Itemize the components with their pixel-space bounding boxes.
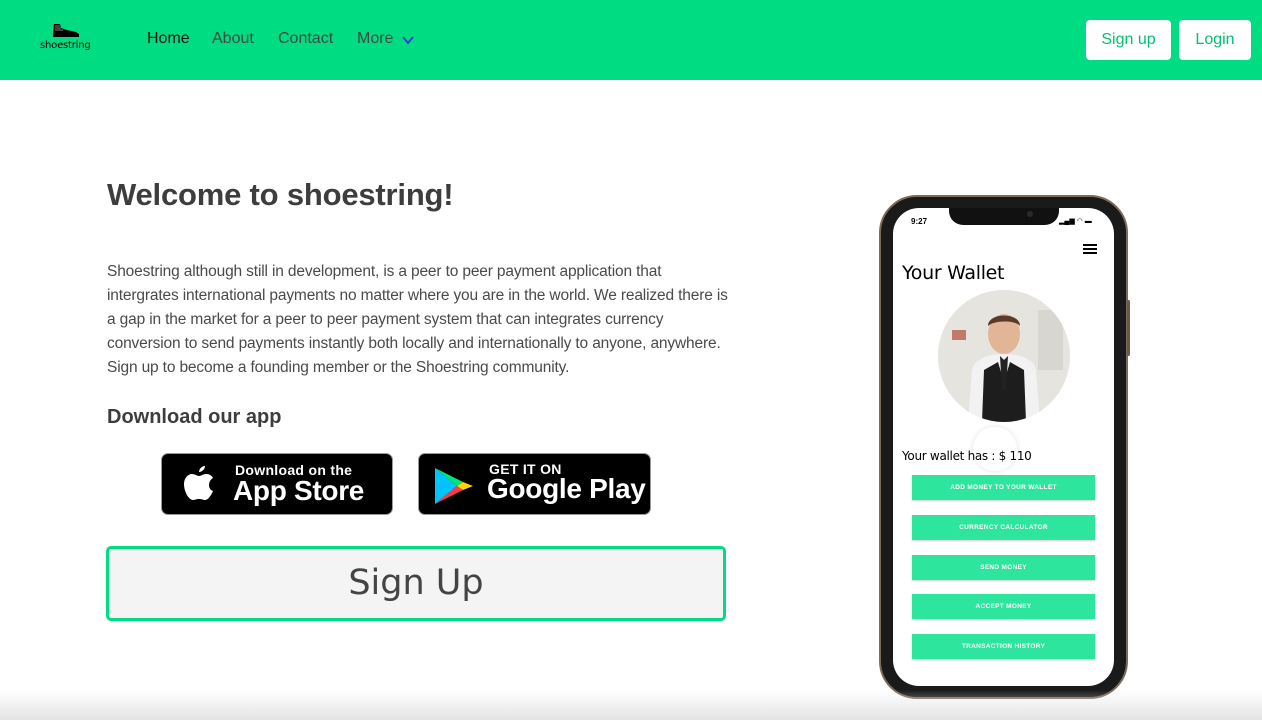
google-play-icon bbox=[435, 468, 473, 504]
description-text: Shoestring although still in development… bbox=[107, 263, 728, 376]
wallet-title: Your Wallet bbox=[902, 262, 1005, 284]
navbar: shoestring Home About Contact More Sign … bbox=[0, 0, 1262, 80]
nav-more-dropdown[interactable]: More bbox=[357, 30, 393, 48]
shoe-icon bbox=[53, 24, 79, 37]
status-time: 9:27 bbox=[911, 217, 928, 226]
phone-notch bbox=[949, 208, 1059, 225]
transaction-history-button[interactable]: TRANSACTION HISTORY bbox=[912, 634, 1095, 659]
signup-button[interactable]: Sign up bbox=[1086, 20, 1171, 60]
hamburger-menu-icon[interactable] bbox=[1083, 243, 1097, 255]
google-play-big-text: Google Play bbox=[487, 473, 646, 504]
download-heading: Download our app bbox=[107, 406, 282, 428]
signup-cta-button[interactable]: Sign Up bbox=[106, 546, 726, 621]
currency-calculator-button[interactable]: CURRENCY CALCULATOR bbox=[912, 515, 1095, 540]
send-money-button[interactable]: SEND MONEY bbox=[912, 555, 1095, 580]
avatar bbox=[938, 290, 1070, 422]
wallet-balance: Your wallet has : $ 110 bbox=[902, 449, 1032, 463]
phone-side-button bbox=[1127, 300, 1130, 356]
nav-contact-link[interactable]: Contact bbox=[278, 30, 333, 48]
nav-about-link[interactable]: About bbox=[212, 30, 254, 48]
apple-icon bbox=[184, 466, 213, 500]
add-money-button[interactable]: ADD MONEY TO YOUR WALLET bbox=[912, 475, 1095, 500]
accept-money-button[interactable]: ACCEPT MONEY bbox=[912, 594, 1095, 619]
app-store-big-text: App Store bbox=[233, 475, 365, 506]
bottom-shade bbox=[0, 690, 1262, 720]
app-store-badge[interactable]: Download on the App Store bbox=[161, 453, 393, 515]
google-play-badge[interactable]: GET IT ON Google Play bbox=[418, 453, 651, 515]
logo-text: shoestring bbox=[40, 40, 91, 51]
status-icons: ▂▄▆ ◠ ▬ bbox=[1059, 218, 1092, 225]
page-title: Welcome to shoestring! bbox=[107, 177, 454, 212]
login-button[interactable]: Login bbox=[1179, 20, 1251, 60]
chevron-down-icon[interactable] bbox=[401, 33, 415, 47]
logo[interactable]: shoestring bbox=[40, 22, 96, 58]
phone-screen: 9:27 ▂▄▆ ◠ ▬ Your Wallet Your wallet has… bbox=[893, 208, 1114, 686]
nav-home-link[interactable]: Home bbox=[147, 30, 190, 48]
avatar-photo bbox=[938, 290, 1070, 422]
